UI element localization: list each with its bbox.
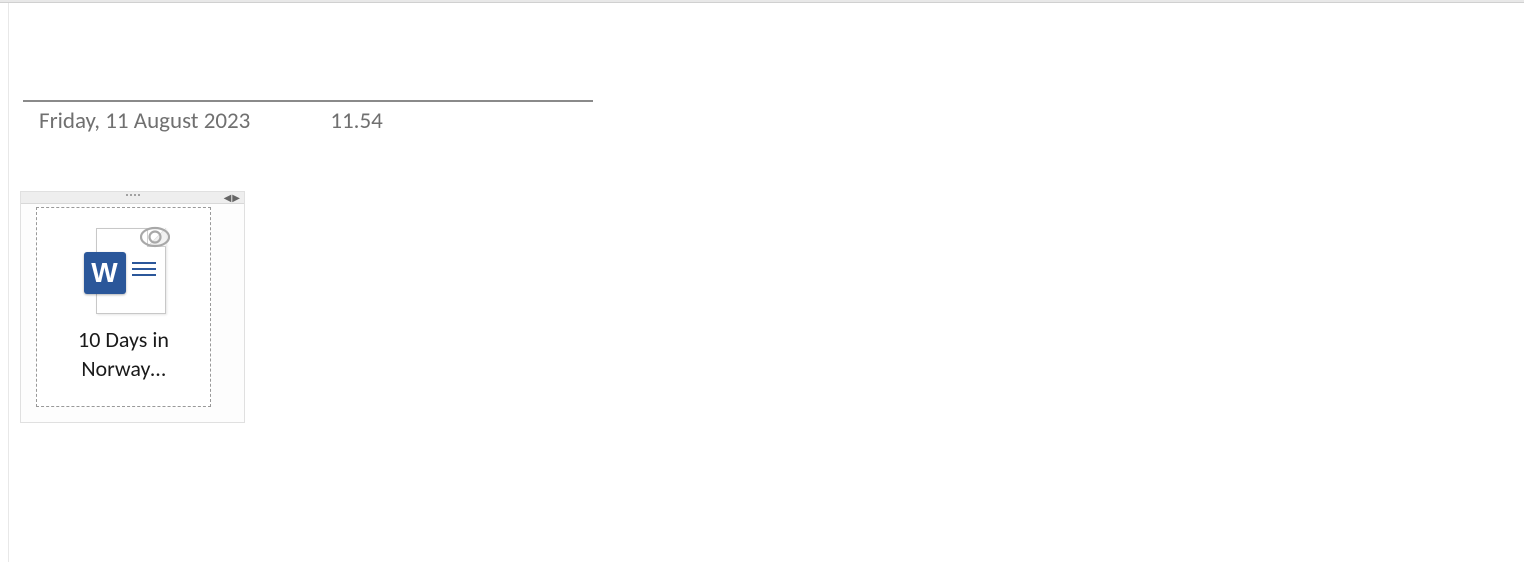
quicklook-eye-icon[interactable] [140,226,170,253]
nav-right-icon[interactable]: ▶ [232,192,240,203]
attachment-toolbar[interactable]: ◀ ▶ [21,192,244,204]
attachment-nav-arrows[interactable]: ◀ ▶ [224,192,240,203]
word-badge-icon: W [84,252,126,294]
note-date: Friday, 11 August 2023 [39,107,250,135]
attachment-file-name: 10 Days in Norway… [70,326,177,383]
note-content-area: Friday, 11 August 2023 11.54 ◀ ▶ [9,3,1524,562]
header-divider [23,100,593,102]
file-icon: W [74,218,174,318]
attachment-container: ◀ ▶ W 10 Days [20,191,245,423]
document-lines-icon [132,262,156,280]
note-date-header: Friday, 11 August 2023 11.54 [39,107,383,135]
attachment-item[interactable]: W 10 Days in Norway… [36,207,211,407]
nav-left-icon[interactable]: ◀ [224,192,232,203]
drag-handle-icon[interactable] [126,194,140,196]
note-time: 11.54 [330,107,382,135]
